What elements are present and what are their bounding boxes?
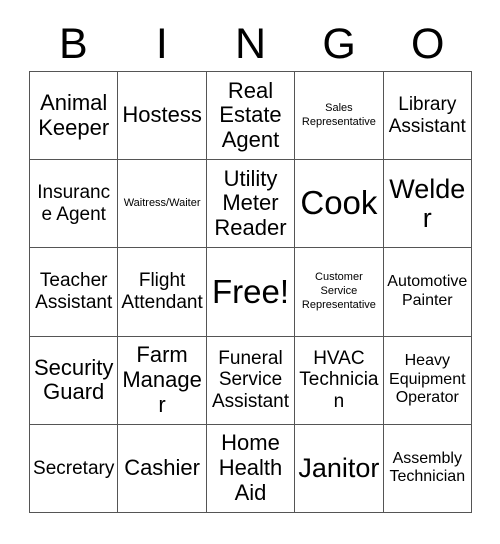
bingo-cell[interactable]: HVAC Technician	[295, 336, 384, 425]
bingo-cell[interactable]: Funeral Service Assistant	[206, 336, 296, 425]
bingo-cell-label: Assembly Technician	[389, 449, 466, 486]
bingo-cell[interactable]: Automotive Painter	[383, 248, 472, 337]
bingo-cell-label: Hostess	[122, 102, 202, 128]
bingo-cell-label: Secretary	[33, 457, 115, 479]
bingo-cell-label: Welder	[389, 173, 466, 233]
bingo-cell-label: Insurance Agent	[37, 182, 111, 225]
bingo-cell-label: Animal Keeper	[38, 89, 110, 140]
bingo-cell[interactable]: Welder	[383, 160, 472, 249]
bingo-cell[interactable]: Farm Manager	[118, 336, 207, 425]
bingo-cell-label: HVAC Technician	[299, 347, 379, 413]
bingo-cell[interactable]: Animal Keeper	[30, 72, 119, 161]
bingo-grid: Animal Keeper Hostess Real Estate Agent Sal…	[29, 71, 472, 513]
bingo-cell-label: Cook	[300, 184, 378, 222]
header-letter-g: G	[322, 19, 356, 68]
bingo-cell[interactable]: Sales Representative	[295, 72, 384, 161]
bingo-cell[interactable]: Heavy Equipment Operator	[383, 336, 472, 425]
bingo-cell-label: Teacher Assistant	[35, 270, 113, 313]
bingo-cell-label: Security Guard	[33, 354, 114, 405]
bingo-cell-label: Heavy Equipment Operator	[389, 352, 466, 407]
bingo-cell-label: Janitor	[298, 452, 380, 483]
bingo-cell-label: Utility Meter Reader	[214, 165, 287, 241]
bingo-cell-label: Home Health Aid	[218, 430, 283, 505]
bingo-cell[interactable]: Real Estate Agent	[206, 72, 296, 161]
header-letter-n: N	[234, 19, 267, 68]
header-letter-o: O	[410, 19, 445, 68]
bingo-card: B I N G O Animal Keeper Hostess Real Estat…	[0, 0, 500, 544]
bingo-cell[interactable]: Janitor	[295, 424, 384, 513]
bingo-cell[interactable]: Flight Attendant	[118, 248, 207, 337]
bingo-cell[interactable]: Customer Service Representative	[295, 248, 384, 337]
bingo-cell[interactable]: Hostess	[118, 72, 207, 161]
bingo-header: B I N G O	[29, 18, 472, 70]
bingo-cell-label: Real Estate Agent	[219, 77, 282, 152]
bingo-cell-label: Library Assistant	[388, 93, 466, 137]
bingo-cell[interactable]: Utility Meter Reader	[206, 160, 296, 249]
bingo-cell[interactable]: Insurance Agent	[30, 160, 119, 249]
bingo-cell[interactable]: Secretary	[30, 424, 119, 513]
bingo-cell-label: Funeral Service Assistant	[211, 347, 290, 413]
bingo-cell[interactable]: Home Health Aid	[206, 424, 296, 513]
bingo-cell[interactable]: Waitress/Waiter	[118, 160, 207, 249]
bingo-free-space[interactable]: Free!	[206, 248, 296, 337]
bingo-cell[interactable]: Library Assistant	[383, 72, 472, 161]
bingo-cell-label: Sales Representative	[301, 101, 376, 128]
bingo-cell-label: Free!	[211, 272, 289, 310]
header-letter-i: I	[155, 19, 168, 68]
bingo-cell-label: Farm Manager	[122, 342, 202, 417]
header-letter-b: B	[58, 19, 88, 68]
bingo-cell-label: Waitress/Waiter	[123, 196, 201, 209]
bingo-cell[interactable]: Assembly Technician	[383, 424, 472, 513]
bingo-cell-label: Flight Attendant	[121, 270, 203, 313]
bingo-cell-label: Customer Service Representative	[301, 271, 376, 311]
bingo-cell-label: Cashier	[124, 455, 200, 481]
bingo-cell[interactable]: Security Guard	[30, 336, 119, 425]
bingo-cell[interactable]: Teacher Assistant	[30, 248, 119, 337]
bingo-cell[interactable]: Cashier	[118, 424, 207, 513]
bingo-cell[interactable]: Cook	[295, 160, 384, 249]
bingo-cell-label: Automotive Painter	[387, 273, 468, 309]
